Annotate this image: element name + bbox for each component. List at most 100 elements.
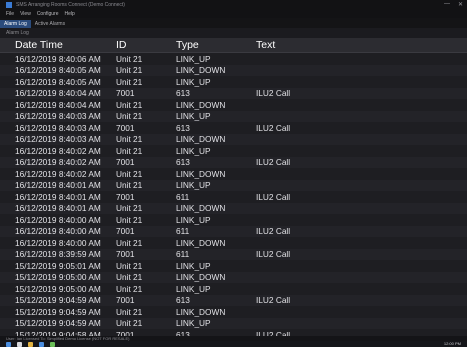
- table-row[interactable]: 15/12/2019 9:04:59 AM Unit 21 LINK_UP: [0, 317, 467, 329]
- cell-date-time: 16/12/2019 8:40:00 AM: [15, 214, 101, 225]
- cell-id: Unit 21: [116, 203, 143, 214]
- cell-text: ILU2 Call: [256, 88, 291, 99]
- cell-type: LINK_DOWN: [176, 237, 226, 248]
- table-row[interactable]: 16/12/2019 8:40:02 AM Unit 21 LINK_UP: [0, 145, 467, 157]
- table-row[interactable]: 16/12/2019 8:40:01 AM 7001 611 ILU2 Call: [0, 191, 467, 203]
- menu-view[interactable]: View: [20, 11, 31, 17]
- column-header-type[interactable]: Type: [176, 39, 256, 51]
- cell-date-time: 15/12/2019 9:05:00 AM: [15, 283, 101, 294]
- app-icon[interactable]: [50, 341, 55, 347]
- column-header-id[interactable]: ID: [116, 39, 176, 51]
- table-row[interactable]: 16/12/2019 8:40:02 AM Unit 21 LINK_DOWN: [0, 168, 467, 180]
- cell-text: ILU2 Call: [256, 249, 291, 260]
- cell-date-time: 16/12/2019 8:40:05 AM: [15, 76, 101, 87]
- cell-id: 7001: [116, 157, 135, 168]
- minimize-button[interactable]: —: [444, 1, 450, 8]
- close-button[interactable]: ✕: [458, 1, 463, 8]
- cell-type: LINK_DOWN: [176, 99, 226, 110]
- table-row[interactable]: 16/12/2019 8:40:00 AM 7001 611 ILU2 Call: [0, 225, 467, 237]
- windows-icon[interactable]: [6, 341, 11, 347]
- table-row[interactable]: 15/12/2019 9:05:00 AM Unit 21 LINK_UP: [0, 283, 467, 295]
- cell-type: 613: [176, 122, 190, 133]
- cell-type: 611: [176, 191, 190, 202]
- cell-id: Unit 21: [116, 306, 143, 317]
- file-explorer-icon[interactable]: [28, 341, 33, 347]
- cell-type: LINK_DOWN: [176, 134, 226, 145]
- cell-id: Unit 21: [116, 99, 143, 110]
- cell-text: ILU2 Call: [256, 122, 291, 133]
- column-header-date-time[interactable]: Date Time: [0, 39, 116, 51]
- table-row[interactable]: 15/12/2019 9:04:59 AM 7001 613 ILU2 Call: [0, 294, 467, 306]
- table-row[interactable]: 16/12/2019 8:40:03 AM Unit 21 LINK_DOWN: [0, 133, 467, 145]
- cell-id: 7001: [116, 88, 135, 99]
- cell-date-time: 15/12/2019 9:05:00 AM: [15, 272, 101, 283]
- cell-type: LINK_DOWN: [176, 168, 226, 179]
- table-row[interactable]: 15/12/2019 9:04:59 AM Unit 21 LINK_DOWN: [0, 306, 467, 318]
- column-header-text[interactable]: Text: [256, 39, 436, 51]
- section-header: Alarm Log: [0, 28, 467, 38]
- cell-date-time: 16/12/2019 8:40:00 AM: [15, 226, 101, 237]
- menu-help[interactable]: Help: [65, 11, 75, 17]
- cell-type: LINK_DOWN: [176, 272, 226, 283]
- table-body: 16/12/2019 8:40:06 AM Unit 21 LINK_UP 16/12…: [0, 53, 467, 336]
- cell-id: Unit 21: [116, 111, 143, 122]
- cell-date-time: 16/12/2019 8:40:06 AM: [15, 53, 101, 64]
- cell-date-time: 15/12/2019 9:04:59 AM: [15, 295, 101, 306]
- tab-alarm-log[interactable]: Alarm Log: [0, 20, 31, 28]
- table-row[interactable]: 16/12/2019 8:40:03 AM Unit 21 LINK_UP: [0, 110, 467, 122]
- cell-date-time: 16/12/2019 8:40:01 AM: [15, 180, 101, 191]
- menu-bar: File View Configure Help: [0, 10, 467, 18]
- cell-type: LINK_UP: [176, 111, 211, 122]
- table-row[interactable]: 16/12/2019 8:40:05 AM Unit 21 LINK_UP: [0, 76, 467, 88]
- table-row[interactable]: 16/12/2019 8:40:04 AM 7001 613 ILU2 Call: [0, 87, 467, 99]
- table-row[interactable]: 16/12/2019 8:40:06 AM Unit 21 LINK_UP: [0, 53, 467, 65]
- cell-date-time: 16/12/2019 8:40:02 AM: [15, 168, 101, 179]
- tab-bar: Alarm Log Active Alarms: [0, 18, 467, 28]
- cell-type: LINK_DOWN: [176, 306, 226, 317]
- cell-type: LINK_UP: [176, 53, 211, 64]
- table-row[interactable]: 16/12/2019 8:40:02 AM 7001 613 ILU2 Call: [0, 156, 467, 168]
- table-header: Date Time ID Type Text: [0, 38, 467, 53]
- cell-date-time: 16/12/2019 8:40:04 AM: [15, 99, 101, 110]
- table-row[interactable]: 16/12/2019 8:40:03 AM 7001 613 ILU2 Call: [0, 122, 467, 134]
- cell-id: Unit 21: [116, 272, 143, 283]
- cell-date-time: 16/12/2019 8:40:02 AM: [15, 157, 101, 168]
- cell-date-time: 16/12/2019 8:40:05 AM: [15, 65, 101, 76]
- cell-type: LINK_UP: [176, 180, 211, 191]
- table-row[interactable]: 15/12/2019 9:05:00 AM Unit 21 LINK_DOWN: [0, 271, 467, 283]
- table-row[interactable]: 16/12/2019 8:40:00 AM Unit 21 LINK_DOWN: [0, 237, 467, 249]
- cell-type: LINK_UP: [176, 318, 211, 329]
- cell-date-time: 16/12/2019 8:40:04 AM: [15, 88, 101, 99]
- cell-id: Unit 21: [116, 145, 143, 156]
- table-row[interactable]: 16/12/2019 8:39:59 AM 7001 611 ILU2 Call: [0, 248, 467, 260]
- search-icon[interactable]: [17, 341, 22, 347]
- table-row[interactable]: 16/12/2019 8:40:05 AM Unit 21 LINK_DOWN: [0, 64, 467, 76]
- cell-date-time: 16/12/2019 8:40:03 AM: [15, 111, 101, 122]
- window-controls: — ✕: [444, 1, 463, 8]
- cell-id: Unit 21: [116, 168, 143, 179]
- cell-date-time: 16/12/2019 8:40:01 AM: [15, 191, 101, 202]
- system-tray-clock[interactable]: 12:00 PM: [444, 341, 461, 347]
- table-row[interactable]: 16/12/2019 8:40:01 AM Unit 21 LINK_UP: [0, 179, 467, 191]
- cell-id: 7001: [116, 226, 135, 237]
- cell-id: Unit 21: [116, 237, 143, 248]
- cell-text: ILU2 Call: [256, 191, 291, 202]
- cell-type: 613: [176, 157, 190, 168]
- menu-configure[interactable]: Configure: [37, 11, 59, 17]
- cell-text: ILU2 Call: [256, 157, 291, 168]
- tab-active-alarms[interactable]: Active Alarms: [31, 20, 69, 28]
- table-row[interactable]: 15/12/2019 9:04:58 AM 7001 613 ILU2 Call: [0, 329, 467, 336]
- table-row[interactable]: 16/12/2019 8:40:04 AM Unit 21 LINK_DOWN: [0, 99, 467, 111]
- store-icon[interactable]: [39, 341, 44, 347]
- table-row[interactable]: 16/12/2019 8:40:01 AM Unit 21 LINK_DOWN: [0, 202, 467, 214]
- cell-type: LINK_DOWN: [176, 65, 226, 76]
- cell-id: Unit 21: [116, 65, 143, 76]
- cell-type: LINK_UP: [176, 214, 211, 225]
- menu-file[interactable]: File: [6, 11, 14, 17]
- table-row[interactable]: 16/12/2019 8:40:00 AM Unit 21 LINK_UP: [0, 214, 467, 226]
- table-row[interactable]: 15/12/2019 9:05:01 AM Unit 21 LINK_UP: [0, 260, 467, 272]
- window-title: SMS Arranging Rooms Connect (Demo Connec…: [16, 2, 125, 8]
- cell-id: Unit 21: [116, 318, 143, 329]
- cell-date-time: 15/12/2019 9:05:01 AM: [15, 260, 101, 271]
- cell-id: 7001: [116, 191, 135, 202]
